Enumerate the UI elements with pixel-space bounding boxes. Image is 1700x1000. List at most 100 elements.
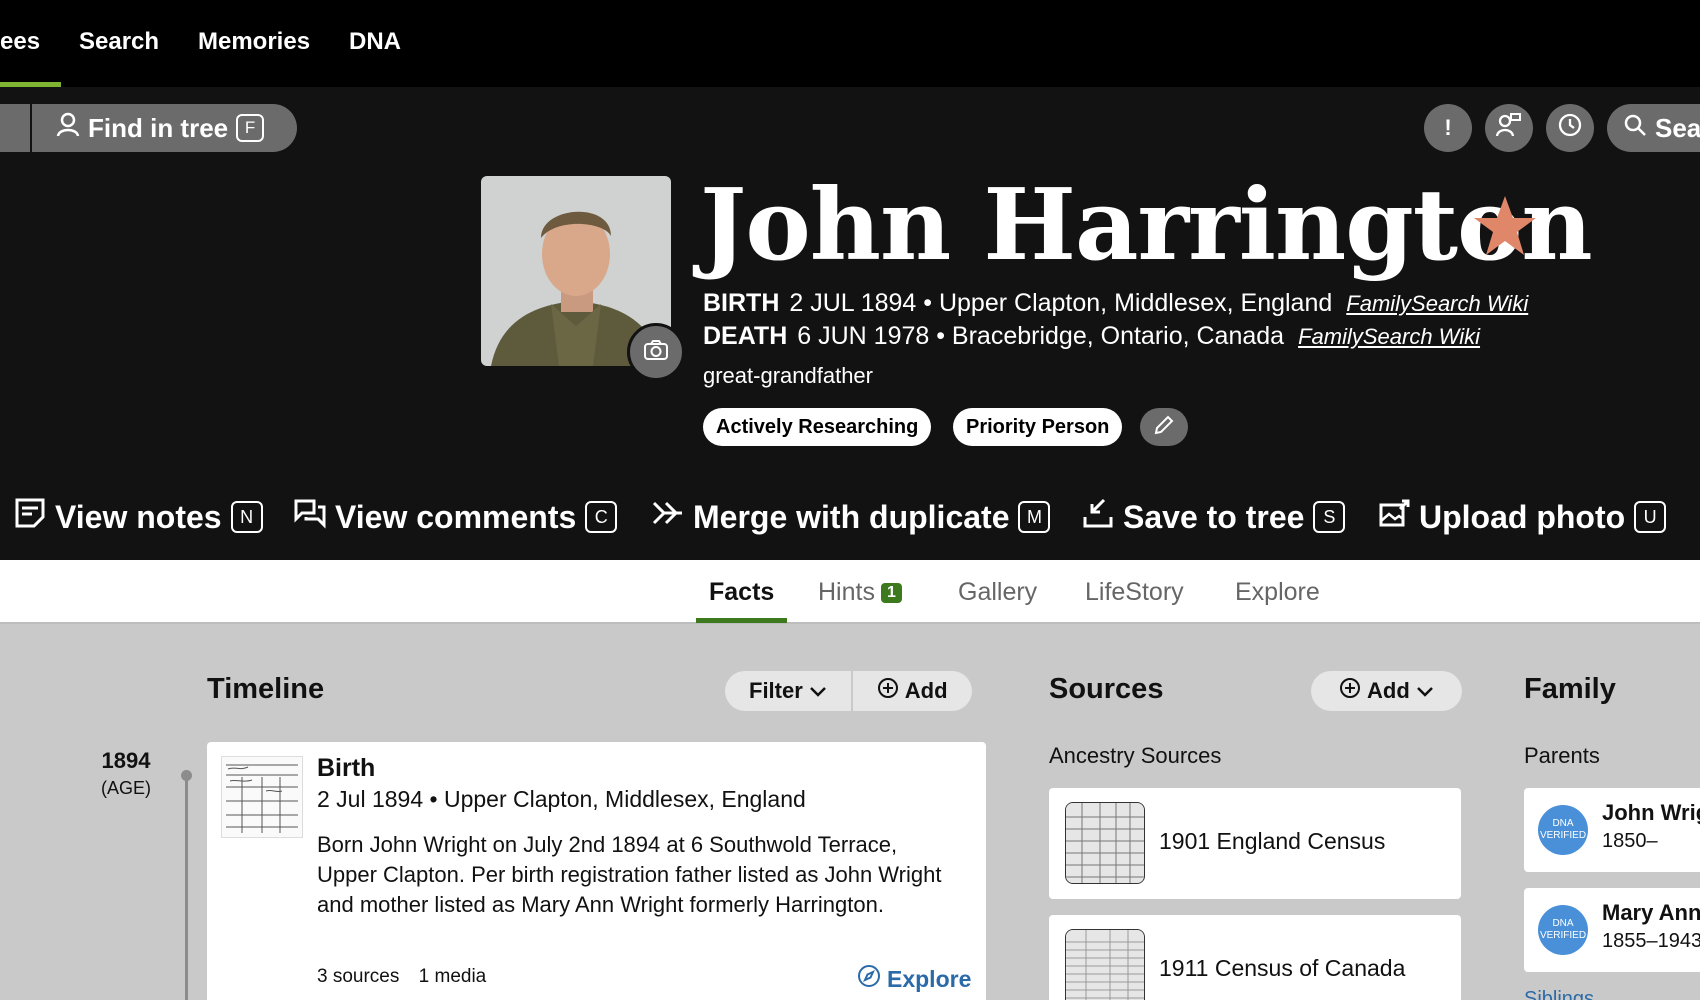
event-sources-count[interactable]: 3 sources (317, 966, 399, 987)
toolbar-left-button[interactable] (0, 104, 30, 152)
event-title: Birth (317, 754, 376, 782)
timeline-filter-button[interactable]: Filter (725, 671, 851, 711)
timeline-controls: Filter Add (725, 671, 972, 711)
chevron-down-icon (809, 678, 827, 704)
timeline-year: 1894 (101, 748, 151, 773)
timeline-title: Timeline (207, 673, 325, 705)
birth-value: 2 JUL 1894 • Upper Clapton, Middlesex, E… (789, 289, 1333, 317)
event-description: Born John Wright on July 2nd 1894 at 6 S… (317, 832, 942, 917)
event-date-place: 2 Jul 1894 • Upper Clapton, Middlesex, E… (317, 786, 806, 812)
sources-add-segment: Add (1311, 671, 1462, 711)
parent-card[interactable]: DNA VERIFIED John Wrig 1850– (1524, 788, 1700, 872)
death-label: DEATH (703, 322, 788, 350)
tab-facts[interactable]: Facts (709, 578, 774, 607)
search-icon (1623, 113, 1647, 144)
birth-wiki-link[interactable]: FamilySearch Wiki (1346, 291, 1528, 316)
timeline-age: (AGE) (100, 778, 151, 798)
parent-name: John Wrig (1602, 800, 1700, 825)
alert-button[interactable]: ! (1424, 104, 1472, 152)
death-value: 6 JUN 1978 • Bracebridge, Ontario, Canad… (797, 322, 1285, 350)
active-tab-indicator (696, 618, 787, 623)
merge-duplicate-label: Merge with duplicate (693, 498, 1010, 535)
tag-actively-researching[interactable]: Actively Researching (703, 408, 932, 446)
tab-lifestory[interactable]: LifeStory (1085, 578, 1184, 607)
parent-name: Mary Ann (1602, 900, 1700, 925)
family-title: Family (1524, 673, 1616, 705)
tab-gallery[interactable]: Gallery (958, 578, 1037, 607)
dna-verified-badge: DNA VERIFIED (1538, 905, 1588, 955)
view-comments-button[interactable]: View comments C (294, 485, 618, 549)
tab-explore[interactable]: Explore (1235, 578, 1320, 607)
clock-icon (1557, 112, 1583, 144)
view-comments-key: C (585, 501, 618, 533)
relationship-label: great-grandfather (703, 363, 873, 388)
birth-event-card[interactable]: Birth 2 Jul 1894 • Upper Clapton, Middle… (207, 742, 986, 1000)
nav-search[interactable]: Search (79, 28, 159, 56)
nav-trees[interactable]: ees (0, 28, 40, 56)
event-meta: 3 sources 1 media (317, 966, 486, 988)
plus-circle-icon (1339, 677, 1361, 705)
save-to-tree-label: Save to tree (1123, 498, 1305, 535)
nav-memories[interactable]: Memories (198, 28, 310, 56)
event-explore-link[interactable]: Explore (857, 964, 971, 994)
merge-duplicate-button[interactable]: Merge with duplicate M (652, 485, 1051, 549)
tree-person-button[interactable] (1485, 104, 1533, 152)
person-tree-icon (1495, 112, 1522, 144)
find-in-tree-button[interactable]: Find in tree F (32, 104, 297, 152)
tab-hints[interactable]: Hints 1 (818, 578, 902, 607)
upload-photo-button[interactable]: Upload photo U (1378, 485, 1667, 549)
timeline-add-button[interactable]: Add (853, 671, 972, 711)
death-fact: DEATH 6 JUN 1978 • Bracebridge, Ontario, … (703, 322, 1480, 351)
edit-tags-button[interactable] (1140, 408, 1188, 446)
source-card[interactable]: 1901 England Census (1049, 788, 1461, 899)
parent-dates: 1850– (1602, 830, 1658, 852)
nav-dna[interactable]: DNA (349, 28, 401, 56)
merge-icon (652, 497, 684, 537)
notes-icon (14, 497, 46, 537)
comments-icon (294, 497, 326, 537)
event-media-count[interactable]: 1 media (419, 966, 487, 987)
history-button[interactable] (1546, 104, 1594, 152)
plus-circle-icon (877, 677, 899, 705)
change-photo-button[interactable] (627, 323, 685, 381)
view-notes-button[interactable]: View notes N (14, 485, 263, 549)
save-to-tree-key: S (1313, 501, 1346, 533)
person-name: John Harrington (700, 168, 1593, 283)
ancestry-sources-heading: Ancestry Sources (1049, 743, 1222, 768)
person-actions: View notes N View comments C Merge with … (0, 485, 1700, 549)
parents-heading: Parents (1524, 743, 1600, 768)
parent-dates: 1855–1943 (1602, 930, 1700, 952)
view-comments-label: View comments (335, 498, 577, 535)
census-record-thumbnail (1065, 929, 1145, 1000)
parent-card[interactable]: DNA VERIFIED Mary Ann 1855–1943 (1524, 888, 1700, 972)
top-navigation: ees Search Memories DNA (0, 0, 1700, 87)
sources-title: Sources (1049, 673, 1164, 705)
search-label: Sea (1655, 112, 1700, 143)
census-record-thumbnail (1065, 802, 1145, 884)
favorite-star-icon[interactable] (1472, 194, 1538, 263)
sources-add-button[interactable]: Add (1311, 671, 1462, 711)
upload-photo-icon (1378, 497, 1410, 537)
siblings-link[interactable]: Siblings (1524, 988, 1594, 1000)
birth-record-thumbnail[interactable] (221, 756, 303, 838)
birth-fact: BIRTH 2 JUL 1894 • Upper Clapton, Middles… (703, 289, 1528, 318)
timeline-add-label: Add (904, 678, 948, 703)
find-in-tree-label: Find in tree (88, 112, 229, 143)
tag-priority-person[interactable]: Priority Person (953, 408, 1123, 446)
timeline-line (185, 775, 188, 1000)
source-title: 1911 Census of Canada (1159, 955, 1406, 981)
save-to-tree-button[interactable]: Save to tree S (1082, 485, 1346, 549)
tab-hints-label: Hints (818, 578, 875, 606)
view-notes-label: View notes (55, 498, 222, 535)
merge-duplicate-key: M (1018, 501, 1051, 533)
upload-photo-key: U (1634, 501, 1667, 533)
source-card[interactable]: 1911 Census of Canada (1049, 915, 1461, 1000)
person-tabs: Facts Hints 1 Gallery LifeStory Explore (0, 560, 1700, 624)
sources-add-label: Add (1367, 678, 1410, 703)
person-header: Find in tree F ! Sea John Harrington BIR… (0, 87, 1700, 560)
dna-verified-badge: DNA VERIFIED (1538, 805, 1588, 855)
person-search-icon (56, 112, 80, 145)
save-to-tree-icon (1082, 497, 1114, 537)
search-button[interactable]: Sea (1607, 104, 1700, 152)
death-wiki-link[interactable]: FamilySearch Wiki (1298, 324, 1480, 349)
